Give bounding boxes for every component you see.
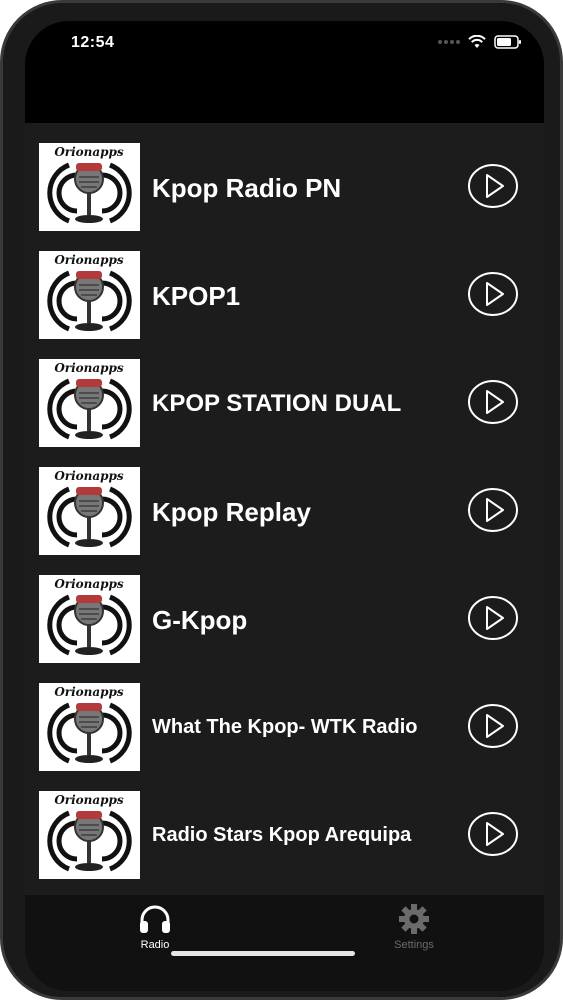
logo-text: Orionapps: [54, 361, 124, 375]
play-icon: [467, 380, 519, 429]
station-list[interactable]: Orionapps Kpop Radio PN Orionapps KPOP1 …: [25, 123, 544, 895]
logo-text: Orionapps: [54, 469, 124, 483]
play-button[interactable]: [467, 595, 519, 641]
station-row[interactable]: Orionapps Kpop Replay: [25, 465, 544, 573]
gear-icon: [399, 904, 429, 934]
cellular-signal-icon: [438, 40, 460, 44]
station-name: Radio Stars Kpop Arequipa: [152, 824, 412, 846]
station-row[interactable]: Orionapps G-Kpop: [25, 573, 544, 681]
tab-bar: Radio Settings: [25, 895, 544, 991]
tab-settings[interactable]: Settings: [364, 903, 464, 959]
station-name: Kpop Radio PN: [152, 173, 342, 203]
play-button[interactable]: [467, 811, 519, 857]
play-button[interactable]: [467, 703, 519, 749]
play-icon: [467, 272, 519, 321]
tab-settings-label: Settings: [394, 939, 434, 951]
app-screen: 12:54 Orionapps Kpop Radio PN Orionapps …: [25, 21, 544, 991]
tab-radio-label: Radio: [140, 939, 170, 951]
play-button[interactable]: [467, 271, 519, 317]
home-indicator[interactable]: [171, 951, 355, 956]
station-logo: Orionapps: [39, 143, 140, 231]
logo-text: Orionapps: [54, 685, 124, 699]
station-row[interactable]: Orionapps KPOP STATION DUAL: [25, 357, 544, 465]
station-row[interactable]: Orionapps What The Kpop- WTK Radio: [25, 681, 544, 789]
play-icon: [467, 596, 519, 645]
station-row[interactable]: Orionapps Radio Stars Kpop Arequipa: [25, 789, 544, 895]
play-button[interactable]: [467, 487, 519, 533]
station-logo: Orionapps: [39, 575, 140, 663]
station-logo: Orionapps: [39, 791, 140, 879]
station-name: What The Kpop- WTK Radio: [152, 716, 418, 738]
battery-icon: [494, 35, 521, 49]
play-button[interactable]: [467, 379, 519, 425]
headphones-icon: [140, 905, 170, 933]
station-logo: Orionapps: [39, 467, 140, 555]
logo-text: Orionapps: [54, 793, 124, 807]
station-row[interactable]: Orionapps Kpop Radio PN: [25, 141, 544, 249]
play-icon: [467, 812, 519, 861]
station-row[interactable]: Orionapps KPOP1: [25, 249, 544, 357]
station-name: G-Kpop: [152, 605, 248, 635]
play-icon: [467, 704, 519, 753]
logo-text: Orionapps: [54, 145, 124, 159]
logo-text: Orionapps: [54, 253, 124, 267]
play-button[interactable]: [467, 163, 519, 209]
station-logo: Orionapps: [39, 359, 140, 447]
wifi-icon: [468, 35, 486, 48]
play-icon: [467, 488, 519, 537]
play-icon: [467, 164, 519, 213]
logo-text: Orionapps: [54, 577, 124, 591]
station-logo: Orionapps: [39, 683, 140, 771]
phone-frame: 12:54 Orionapps Kpop Radio PN Orionapps …: [0, 0, 563, 1000]
station-name: KPOP1: [152, 281, 241, 311]
status-indicators: [438, 35, 522, 49]
nav-header: [25, 65, 544, 123]
device-notch: [155, 21, 415, 51]
status-time: 12:54: [71, 34, 115, 51]
station-name: KPOP STATION DUAL: [152, 390, 402, 417]
station-name: Kpop Replay: [152, 497, 311, 527]
station-logo: Orionapps: [39, 251, 140, 339]
